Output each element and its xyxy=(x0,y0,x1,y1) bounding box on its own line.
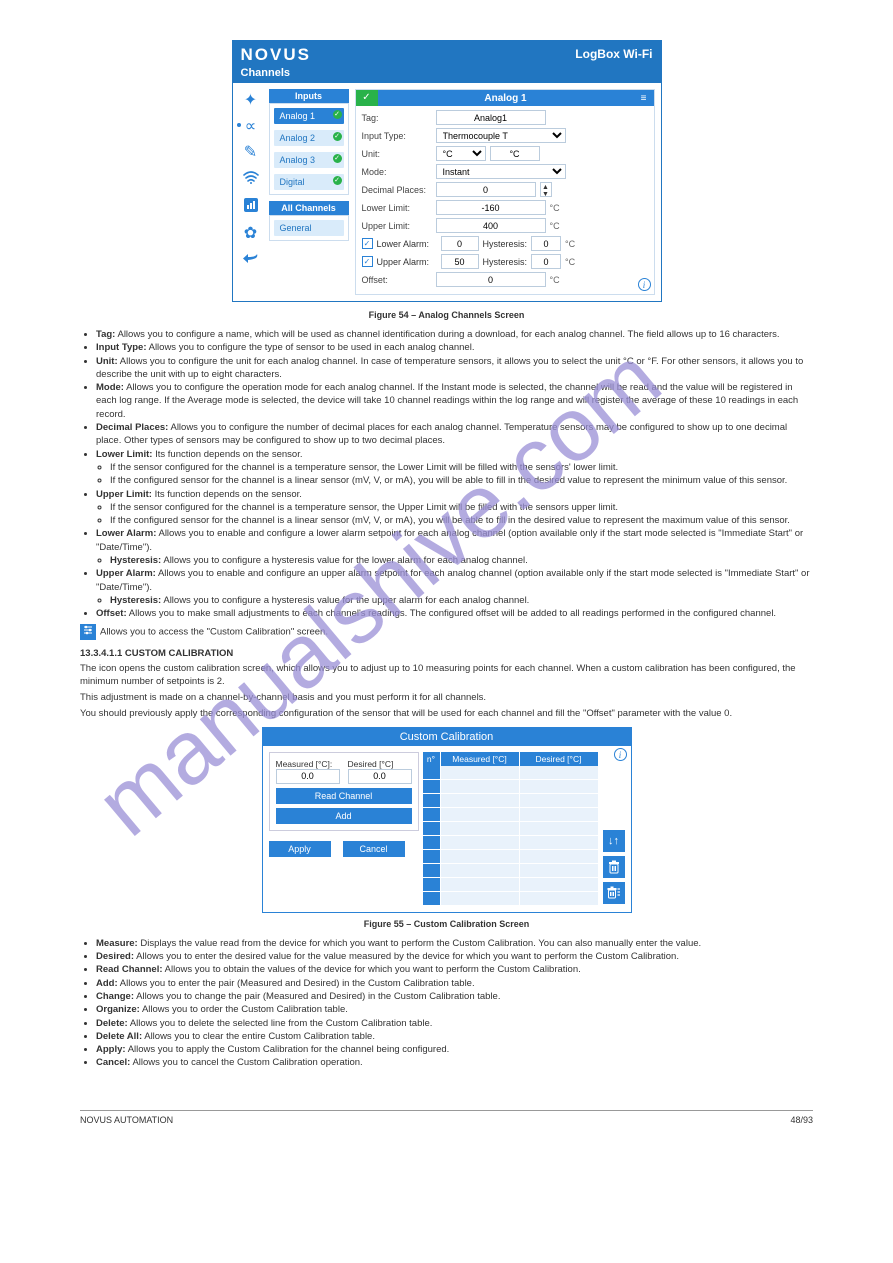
hamburger-icon[interactable]: ≡ xyxy=(634,93,654,104)
tag-label: Tag: xyxy=(362,113,432,123)
upper-limit-unit: °C xyxy=(550,221,560,231)
input-type-label: Input Type: xyxy=(362,131,432,141)
col-n: n° xyxy=(423,752,441,766)
read-channel-button[interactable]: Read Channel xyxy=(276,788,412,804)
input-type-select[interactable]: Thermocouple T xyxy=(436,128,566,143)
desired-label: Desired [°C] xyxy=(348,759,412,769)
chip-analog-1[interactable]: Analog 1✓ xyxy=(274,108,344,124)
chip-analog-3[interactable]: Analog 3✓ xyxy=(274,152,344,168)
check-icon: ✓ xyxy=(333,132,342,141)
app-header: LogBox Wi-Fi NOVUS xyxy=(233,41,661,67)
calib-title: Custom Calibration xyxy=(263,728,631,746)
app-window-channels: LogBox Wi-Fi NOVUS Channels ✦ ∝ ✎ ✿ xyxy=(232,40,662,302)
lower-alarm-unit: °C xyxy=(565,239,575,249)
check-icon: ✓ xyxy=(333,176,342,185)
upper-limit-label: Upper Limit: xyxy=(362,221,432,231)
decimal-input[interactable] xyxy=(436,182,536,197)
panel-enable-toggle[interactable]: ✓ xyxy=(356,90,378,106)
upper-alarm-checkbox[interactable]: ✓ xyxy=(362,256,373,267)
upper-alarm-label: Upper Alarm: xyxy=(377,257,437,267)
lower-limit-label: Lower Limit: xyxy=(362,203,432,213)
share-icon[interactable]: ∝ xyxy=(245,119,256,135)
check-icon: ✓ xyxy=(333,154,342,163)
sort-button[interactable]: ↓↑ xyxy=(603,830,625,852)
brand-logo: NOVUS xyxy=(241,45,311,64)
calib-feature-list: Measure: Displays the value read from th… xyxy=(96,937,813,1070)
upper-limit-input[interactable] xyxy=(436,218,546,233)
lower-alarm-input[interactable] xyxy=(441,236,479,251)
lower-alarm-hyst-input[interactable] xyxy=(531,236,561,251)
puzzle-icon[interactable]: ✦ xyxy=(244,93,257,109)
lower-alarm-label: Lower Alarm: xyxy=(377,239,437,249)
figure-caption-2: Figure 55 – Custom Calibration Screen xyxy=(80,919,813,929)
measured-input[interactable] xyxy=(276,769,340,784)
chip-analog-2[interactable]: Analog 2✓ xyxy=(274,130,344,146)
chart-icon[interactable] xyxy=(244,198,258,216)
feature-list: Tag: Allows you to configure a name, whi… xyxy=(96,328,813,621)
mode-label: Mode: xyxy=(362,167,432,177)
offset-unit: °C xyxy=(550,275,560,285)
info-icon[interactable]: i xyxy=(638,278,651,291)
tag-input[interactable] xyxy=(436,110,546,125)
desired-input[interactable] xyxy=(348,769,412,784)
delete-button[interactable] xyxy=(603,856,625,878)
upper-alarm-input[interactable] xyxy=(441,254,479,269)
delete-all-button[interactable] xyxy=(603,882,625,904)
apply-button[interactable]: Apply xyxy=(269,841,331,857)
col-desired: Desired [°C] xyxy=(520,752,599,766)
custom-calibration-heading: 13.3.4.1.1 CUSTOM CALIBRATION xyxy=(80,648,813,659)
cancel-button[interactable]: Cancel xyxy=(343,841,405,857)
offset-input[interactable] xyxy=(436,272,546,287)
upper-alarm-unit: °C xyxy=(565,257,575,267)
wifi-icon[interactable] xyxy=(243,171,259,188)
unit-label: Unit: xyxy=(362,149,432,159)
calibration-table: n° Measured [°C] Desired [°C] xyxy=(423,752,599,906)
chip-digital[interactable]: Digital✓ xyxy=(274,174,344,190)
lower-limit-unit: °C xyxy=(550,203,560,213)
all-channels-title: All Channels xyxy=(269,201,349,215)
sliders-icon xyxy=(80,624,96,640)
cc-link-text: Allows you to access the "Custom Calibra… xyxy=(100,626,328,637)
col-measured: Measured [°C] xyxy=(441,752,520,766)
gear-icon[interactable]: ✿ xyxy=(244,226,257,242)
section-title: Channels xyxy=(233,67,661,83)
channel-panel: ✓ Analog 1 ≡ Tag: Input Type: Thermocoupl… xyxy=(355,89,655,295)
back-arrow-icon[interactable] xyxy=(243,252,259,268)
inputs-section-title: Inputs xyxy=(269,89,349,103)
footer-brand: NOVUS AUTOMATION xyxy=(80,1115,173,1125)
lower-limit-input[interactable] xyxy=(436,200,546,215)
cc-note: This adjustment is made on a channel-by-… xyxy=(80,691,813,704)
lower-alarm-hyst-label: Hysteresis: xyxy=(483,239,528,249)
offset-label: Offset: xyxy=(362,275,432,285)
chip-general[interactable]: General xyxy=(274,220,344,236)
check-icon: ✓ xyxy=(333,110,342,119)
calib-input-box: Measured [°C]: Desired [°C] Read Channel… xyxy=(269,752,419,831)
measured-label: Measured [°C]: xyxy=(276,759,340,769)
panel-title: Analog 1 xyxy=(378,93,634,104)
sidebar-nav: ✦ ∝ ✎ ✿ xyxy=(239,89,263,295)
cc-intro: The icon opens the custom calibration sc… xyxy=(80,662,813,689)
page-footer: NOVUS AUTOMATION 48/93 xyxy=(80,1110,813,1125)
add-button[interactable]: Add xyxy=(276,808,412,824)
unit-text-input[interactable] xyxy=(490,146,540,161)
decimal-label: Decimal Places: xyxy=(362,185,432,195)
upper-alarm-hyst-input[interactable] xyxy=(531,254,561,269)
unit-select[interactable]: °C xyxy=(436,146,486,161)
upper-alarm-hyst-label: Hysteresis: xyxy=(483,257,528,267)
lower-alarm-checkbox[interactable]: ✓ xyxy=(362,238,373,249)
footer-page: 48/93 xyxy=(790,1115,813,1125)
figure-caption-1: Figure 54 – Analog Channels Screen xyxy=(80,310,813,320)
info-icon[interactable]: i xyxy=(614,748,627,761)
cc-apply: You should previously apply the correspo… xyxy=(80,707,813,720)
mode-select[interactable]: Instant xyxy=(436,164,566,179)
clipboard-icon[interactable]: ✎ xyxy=(244,145,257,161)
custom-calibration-window: Custom Calibration i Measured [°C]: Desi… xyxy=(262,727,632,913)
product-name: LogBox Wi-Fi xyxy=(575,47,652,61)
